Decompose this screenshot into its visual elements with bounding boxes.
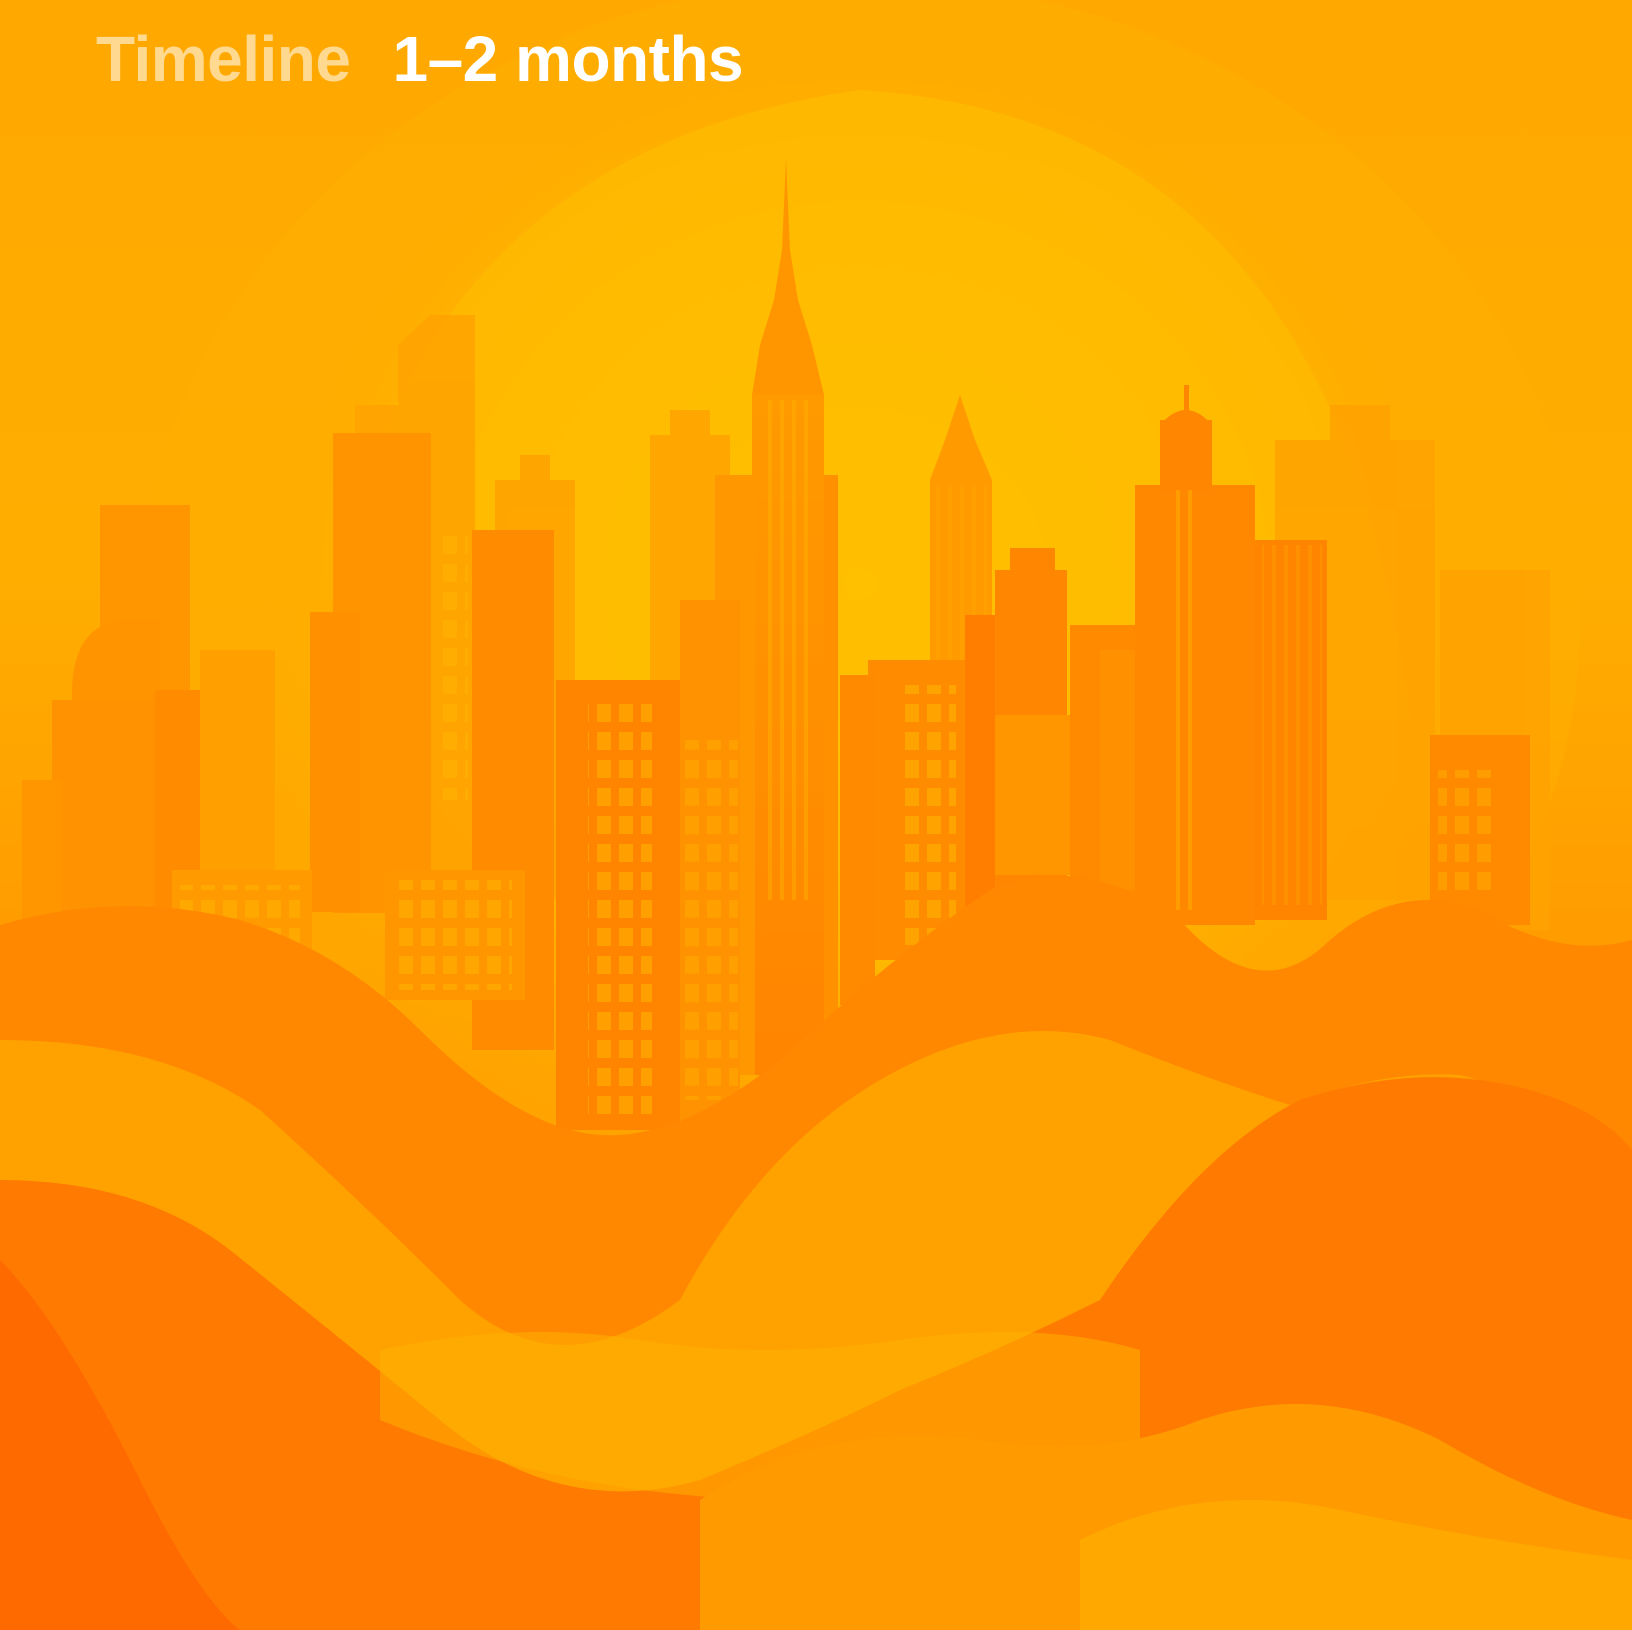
hero-illustration-card: Timeline 1–2 months	[0, 0, 1632, 1630]
timeline-header: Timeline 1–2 months	[96, 22, 744, 96]
timeline-value: 1–2 months	[392, 23, 744, 95]
city-skyline-illustration	[0, 0, 1632, 1630]
timeline-label: Timeline	[96, 23, 351, 95]
